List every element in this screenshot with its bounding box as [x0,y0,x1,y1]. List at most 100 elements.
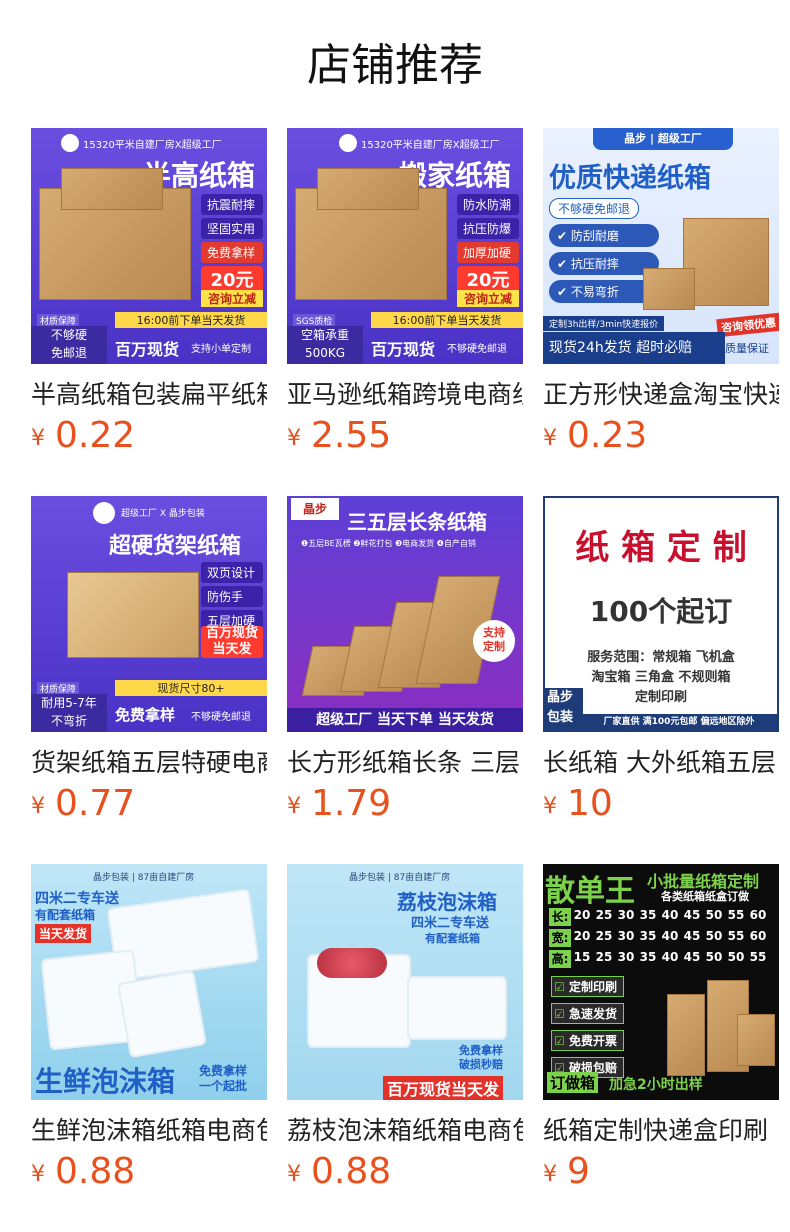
tag: 防伤手 [201,586,263,607]
right-sub: 各类纸箱纸盒订做 [661,890,749,903]
product-name[interactable]: 货架纸箱五层特硬电商 [31,746,267,780]
price-value: 0.23 [567,415,648,456]
size-value: 15 [573,950,591,964]
image-subtitle: 100个起订 [589,595,733,628]
diamond-logo-icon [339,134,357,152]
currency-symbol: ¥ [287,426,301,451]
header-text: 15320平米自建厂房X超级工厂 [361,140,500,151]
side-text: 免费拿样 破损秒赔 [459,1044,503,1071]
size-value: 45 [683,929,701,943]
bottom-left-text: 不够硬 免邮退 [31,326,107,364]
size-value: 55 [727,929,745,943]
price-value: 9 [567,1151,590,1192]
check-item: ✔ 防刮耐磨 [549,224,659,247]
price-badge-sub: 咨询立减 [457,290,519,307]
price-badge-sub: 咨询立减 [201,290,263,307]
product-name[interactable]: 亚马逊纸箱跨境电商纸箱 [287,378,523,412]
brand-bar: 晶步 | 超级工厂 [593,128,733,150]
size-value: 25 [595,908,613,922]
product-image[interactable]: 晶步包装 | 87亩自建厂房 四米二专车送 有配套纸箱 当天发货 生鲜泡沫箱 免… [31,864,267,1100]
product-image[interactable]: 晶步 | 超级工厂 优质快递纸箱 不够硬免邮退 ✔ 防刮耐磨 ✔ 抗压耐摔 ✔ … [543,128,779,364]
strip-text: 定制3h出样/3min快速报价 [543,316,665,331]
product-image[interactable]: 晶步包装 | 87亩自建厂房 荔枝泡沫箱 四米二专车送 有配套纸箱 免费拿样 破… [287,864,523,1100]
bottom-small: 不够硬免邮退 [191,712,251,723]
cardboard-box [683,218,769,306]
product-card[interactable]: 晶步 三五层长条纸箱 ❶五层BE瓦楞 ❷鲜花打包 ❸电商发货 ❹自产自销 支持 … [287,496,523,864]
product-card[interactable]: 超级工厂 X 晶步包装 超硬货架纸箱 双页设计 防伤手 五层加硬 百万现货 当天… [31,496,267,864]
diamond-logo-icon [61,134,79,152]
product-card[interactable]: 晶步 | 超级工厂 优质快递纸箱 不够硬免邮退 ✔ 防刮耐磨 ✔ 抗压耐摔 ✔ … [543,128,779,496]
side-text: 免费拿样 一个起批 [199,1064,248,1093]
size-label: 长: [549,908,571,926]
product-name[interactable]: 荔枝泡沫箱纸箱电商包 [287,1114,523,1148]
product-price: ¥10 [543,784,779,827]
cardboard-box [317,168,419,210]
product-price: ¥2.55 [287,416,523,459]
bottom-main: 百万现货 [371,340,436,359]
header-text: 晶步包装 | 87亩自建厂房 [93,873,195,883]
sub-pill: 不够硬免邮退 [549,198,640,219]
currency-symbol: ¥ [31,426,45,451]
size-value: 35 [639,908,657,922]
product-name[interactable]: 半高纸箱包装扁平纸箱 [31,378,267,412]
size-value: 35 [639,929,657,943]
size-row: 宽: 20 25 30 35 40 45 50 55 60 [549,929,775,947]
size-label: 高: [549,950,571,968]
size-label: 宽: [549,929,571,947]
bottom-small: 支持小单定制 [191,344,251,355]
header-text: 15320平米自建厂房X超级工厂 [83,140,222,151]
product-price: ¥9 [543,1152,779,1195]
product-card[interactable]: 15320平米自建厂房X超级工厂 半高纸箱 抗震耐摔 坚固实用 免费拿样 20元… [31,128,267,496]
product-price: ¥0.23 [543,416,779,459]
product-image[interactable]: 15320平米自建厂房X超级工厂 搬家纸箱 防水防潮 抗压防爆 加厚加硬 20元… [287,128,523,364]
header-text: 超级工厂 X 晶步包装 [121,509,205,519]
cardboard-box [67,572,199,658]
product-grid: 15320平米自建厂房X超级工厂 半高纸箱 抗震耐摔 坚固实用 免费拿样 20元… [31,128,790,1232]
page-title: 店铺推荐 [307,40,483,91]
size-value: 50 [705,929,723,943]
corner-logo: 晶步 包装 [545,688,583,730]
checkbox-icon: ☑ [554,980,565,994]
currency-symbol: ¥ [287,1162,301,1187]
product-price: ¥0.88 [31,1152,267,1195]
bottom-bar: 百万现货当天发 [383,1076,504,1100]
product-name[interactable]: 生鲜泡沫箱纸箱电商包 [31,1114,267,1148]
price-badge: 20元 [457,266,519,292]
tag: 免费拿样 [201,242,263,263]
product-image[interactable]: 纸 箱 定 制 100个起订 服务范围：常规箱 飞机盒 淘宝箱 三角盒 不规则箱… [543,496,779,732]
promo-line: 四米二专车送 [411,916,490,931]
product-card[interactable]: 散单王 小批量纸箱定制 各类纸箱纸盒订做 长: 20 25 30 35 40 45 50 55… [543,864,779,1232]
currency-symbol: ¥ [31,1162,45,1187]
product-name[interactable]: 纸箱定制快递盒印刷 [543,1114,779,1148]
bottom-main: 现货24h发货 超时必赔 [543,332,725,364]
product-image[interactable]: 超级工厂 X 晶步包装 超硬货架纸箱 双页设计 防伤手 五层加硬 百万现货 当天… [31,496,267,732]
size-value: 45 [683,950,701,964]
product-card[interactable]: 晶步包装 | 87亩自建厂房 四米二专车送 有配套纸箱 当天发货 生鲜泡沫箱 免… [31,864,267,1232]
bottom-main: 免费拿样 [115,706,176,724]
size-row: 长: 20 25 30 35 40 45 50 55 60 [549,908,775,926]
product-card[interactable]: 纸 箱 定 制 100个起订 服务范围：常规箱 飞机盒 淘宝箱 三角盒 不规则箱… [543,496,779,864]
product-image[interactable]: 晶步 三五层长条纸箱 ❶五层BE瓦楞 ❷鲜花打包 ❸电商发货 ❹自产自销 支持 … [287,496,523,732]
product-name[interactable]: 长纸箱 大外纸箱五层 [543,746,779,780]
bottom-small: 不够硬免邮退 [447,344,507,355]
price-badge: 20元 [201,266,263,292]
bottom-left-text: 空箱承重 500KG [287,326,363,364]
product-card[interactable]: 晶步包装 | 87亩自建厂房 荔枝泡沫箱 四米二专车送 有配套纸箱 免费拿样 破… [287,864,523,1232]
product-name[interactable]: 长方形纸箱长条 三层 [287,746,523,780]
price-value: 0.88 [55,1151,136,1192]
product-name[interactable]: 正方形快递盒淘宝快递 [543,378,779,412]
size-value: 55 [727,908,745,922]
image-title: 生鲜泡沫箱 [35,1065,176,1098]
product-card[interactable]: 15320平米自建厂房X超级工厂 搬家纸箱 防水防潮 抗压防爆 加厚加硬 20元… [287,128,523,496]
price-value: 0.22 [55,415,136,456]
product-price: ¥0.77 [31,784,267,827]
bottom-tag: 订做箱 [547,1072,599,1093]
tag-list: 防水防潮 抗压防爆 加厚加硬 [457,194,519,263]
image-title: 优质快递纸箱 [549,163,711,194]
currency-symbol: ¥ [287,794,301,819]
product-image[interactable]: 散单王 小批量纸箱定制 各类纸箱纸盒订做 长: 20 25 30 35 40 45 50 55… [543,864,779,1100]
header-text: 晶步包装 | 87亩自建厂房 [349,873,451,883]
product-image[interactable]: 15320平米自建厂房X超级工厂 半高纸箱 抗震耐摔 坚固实用 免费拿样 20元… [31,128,267,364]
size-value: 30 [617,908,635,922]
tag: 双页设计 [201,562,263,583]
